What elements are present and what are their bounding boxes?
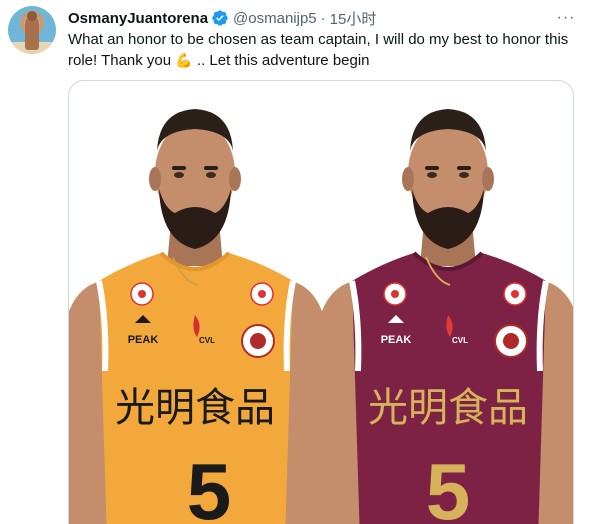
- player-photo-maroon[interactable]: PEAK CVL 光明食品 5: [322, 81, 573, 524]
- avatar-figure: [25, 16, 39, 50]
- tweet-text: What an honor to be chosen as team capta…: [68, 30, 580, 71]
- jersey-brand-left: PEAK: [128, 334, 159, 346]
- tweet-text-part2: .. Let this adventure begin: [192, 52, 370, 69]
- jersey-chinese-text-left: 光明食品: [115, 385, 275, 431]
- player-photo-orange[interactable]: PEAK CVL 光明食品 5: [69, 81, 322, 524]
- jersey-number-left: 5: [187, 447, 232, 524]
- author-handle[interactable]: @osmanijp5: [233, 10, 317, 27]
- author-name[interactable]: OsmanyJuantorena: [68, 10, 208, 27]
- jersey-brand-right: PEAK: [381, 334, 412, 346]
- jersey-league-right: CVL: [452, 336, 468, 345]
- jersey-number-right: 5: [426, 447, 471, 524]
- avatar[interactable]: [8, 6, 56, 54]
- jersey-chinese-text-right: 光明食品: [368, 385, 528, 431]
- more-dots-icon[interactable]: ···: [556, 8, 576, 28]
- separator-dot: ·: [320, 9, 326, 27]
- avatar-head: [27, 11, 37, 21]
- tweet-timestamp[interactable]: 15小时: [330, 8, 377, 29]
- tweet-media[interactable]: PEAK CVL 光明食品 5 PEAK CVL 光明食品 5: [68, 80, 574, 524]
- verified-badge-icon: [211, 9, 229, 27]
- flexed-biceps-emoji: 💪: [175, 52, 193, 68]
- tweet-header: OsmanyJuantorena @osmanijp5 · 15小时: [68, 8, 376, 28]
- tweet[interactable]: OsmanyJuantorena @osmanijp5 · 15小时 ··· W…: [0, 0, 590, 524]
- jersey-league-left: CVL: [199, 336, 215, 345]
